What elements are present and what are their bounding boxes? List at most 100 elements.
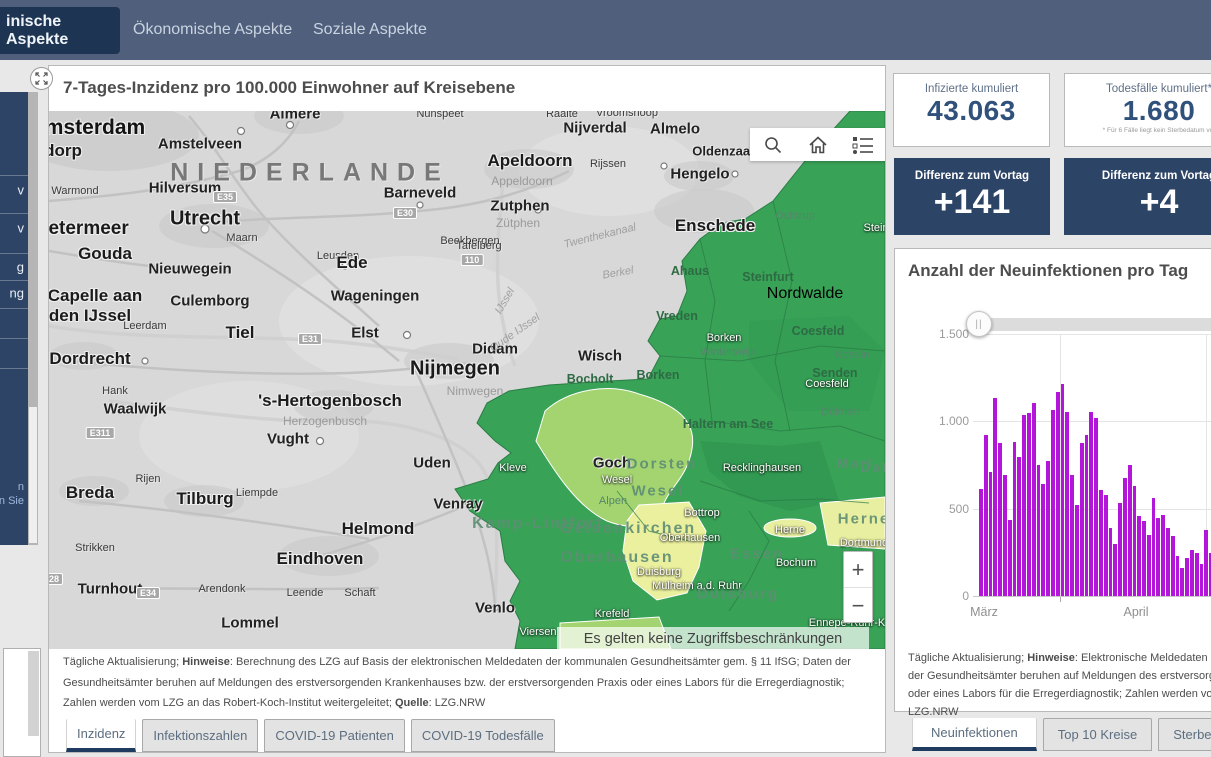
- bar: [1099, 490, 1103, 596]
- map-label: Wesel: [602, 474, 632, 486]
- map-label: Barneveld: [384, 185, 457, 202]
- map-label: Wisch: [578, 348, 622, 365]
- sidebar-scrollbar[interactable]: [28, 92, 38, 545]
- bar: [1152, 498, 1156, 596]
- x-axis-tick: [1060, 597, 1061, 602]
- footnote-bold: Hinweise: [182, 656, 230, 668]
- y-tick-label: 500: [909, 502, 969, 516]
- bar: [1056, 392, 1060, 596]
- menu-divider: [0, 213, 28, 214]
- stat-value: 1.680: [1065, 95, 1211, 127]
- map-label: Steinfurt: [864, 222, 885, 234]
- bar: [1180, 568, 1184, 596]
- map-label: Almere: [270, 111, 321, 123]
- map-search-button[interactable]: [761, 133, 785, 157]
- map-label: Warmond: [51, 185, 98, 197]
- map-label: dorp: [49, 141, 82, 161]
- home-icon: [808, 135, 828, 155]
- map-bottom-tabs: Inzidenz Infektionszahlen COVID-19 Patie…: [66, 719, 555, 752]
- footnote-text: Tägliche Aktualisierung;: [63, 656, 182, 668]
- sidebar-item-clipped[interactable]: ng: [10, 286, 24, 301]
- map-label: Coesfeld: [805, 378, 848, 390]
- time-slider-track[interactable]: [979, 318, 1211, 331]
- tab-medizinische-aspekte[interactable]: inische Aspekte: [0, 7, 120, 54]
- tab-inzidenz[interactable]: Inzidenz: [66, 719, 136, 752]
- tab-top-10-kreise[interactable]: Top 10 Kreise: [1043, 718, 1153, 751]
- map-label: Nijverdal: [563, 120, 626, 137]
- stat-diff-cases: Differenz zum Vortag +141: [894, 158, 1050, 235]
- tab-covid19-todesfaelle[interactable]: COVID-19 Todesfälle: [411, 719, 555, 752]
- map-label: Bochum: [776, 557, 816, 569]
- tab-infektionszahlen[interactable]: Infektionszahlen: [142, 719, 258, 752]
- sidebar-item-clipped[interactable]: v: [18, 221, 25, 236]
- incidence-map-card: 7-Tages-Inzidenz pro 100.000 Einwohner a…: [48, 65, 886, 753]
- zoom-in-button[interactable]: +: [844, 552, 872, 588]
- map-label: Turnhout: [78, 581, 143, 598]
- time-slider-handle[interactable]: ||: [966, 311, 992, 337]
- bar: [1075, 505, 1079, 596]
- map-label: Venlo: [475, 600, 515, 617]
- stat-label: Infizierte kumuliert: [894, 83, 1049, 95]
- footnote-text: : LZG.NRW: [429, 697, 486, 709]
- scrollbar-thumb[interactable]: [29, 407, 37, 543]
- bar: [1161, 515, 1165, 596]
- map-label: Krefeld: [595, 608, 630, 620]
- map-label: Almelo: [650, 121, 700, 138]
- map-label: Enschede: [675, 216, 755, 236]
- bar: [989, 472, 993, 596]
- tab-soziale-aspekte[interactable]: Soziale Aspekte: [313, 0, 427, 60]
- map-label: Dortmund: [840, 537, 885, 549]
- map-label: Apeldoorn: [488, 151, 573, 171]
- bar: [1128, 465, 1132, 596]
- map-label: Coesfeld: [792, 324, 845, 338]
- bar: [1200, 564, 1204, 596]
- sidebar-item-clipped[interactable]: n: [18, 481, 24, 493]
- map-home-button[interactable]: [806, 133, 830, 157]
- tab-sterbefaelle[interactable]: Sterbefälle: [1158, 718, 1211, 751]
- footnote-text: Tägliche Aktualisierung;: [908, 652, 1027, 664]
- bar: [1195, 553, 1199, 596]
- map-label: Haltern am See: [683, 417, 773, 431]
- map-canvas[interactable]: msterdamdorpAmstelveenAlmereNunspeetRaal…: [49, 111, 885, 649]
- sidebar-item-clipped[interactable]: v: [18, 183, 25, 198]
- map-label: Tiel: [226, 323, 255, 343]
- map-label: Lommel: [221, 615, 279, 632]
- map-label: Strikken: [75, 542, 115, 554]
- stat-value: 43.063: [894, 95, 1049, 127]
- map-label: 's-Hertogenbosch: [258, 391, 402, 411]
- map-label: Arendonk: [198, 583, 245, 595]
- bar: [1065, 412, 1069, 596]
- expand-arrows-icon: [35, 72, 48, 85]
- map-label: Viersen: [519, 626, 556, 638]
- sidebar-menu-clipped[interactable]: v v g ng n en Sie: [0, 92, 28, 545]
- footnote-text: : Elektronische Meldedaten: [1075, 652, 1208, 664]
- map-label: Nieuwegein: [148, 261, 231, 278]
- map-label: Amstelveen: [158, 136, 242, 153]
- zoom-out-button[interactable]: −: [844, 588, 872, 624]
- map-label: Helmond: [342, 519, 415, 539]
- panel-expand-button[interactable]: [30, 67, 53, 90]
- map-label: Uden: [413, 455, 451, 472]
- map-label: Wageningen: [331, 288, 420, 305]
- tab-oekonomische-aspekte[interactable]: Ökonomische Aspekte: [133, 0, 292, 60]
- map-label: Datteln: [860, 459, 885, 475]
- search-icon: [763, 135, 783, 155]
- tab-neuinfektionen[interactable]: Neuinfektionen: [912, 718, 1037, 751]
- sidebar-item-clipped[interactable]: g: [17, 260, 24, 275]
- map-label: Goch: [593, 455, 631, 472]
- legend-list-icon: [852, 135, 874, 155]
- map-legend-button[interactable]: [851, 133, 875, 157]
- x-tick-label: März: [954, 605, 1014, 619]
- map-label: Gouda: [78, 244, 132, 264]
- side-panel-scrollbar[interactable]: [28, 651, 39, 736]
- bar: [998, 443, 1002, 596]
- sidebar-item-clipped[interactable]: en Sie: [0, 495, 24, 507]
- bar: [1113, 544, 1117, 596]
- map-title: 7-Tages-Inzidenz pro 100.000 Einwohner a…: [63, 78, 515, 98]
- map-label: Borken: [636, 368, 679, 382]
- map-zoom-control: + −: [843, 551, 873, 623]
- stat-footnote: * Für 6 Fälle liegt kein Sterbedatum vor: [1065, 127, 1211, 134]
- bar: [1185, 558, 1189, 596]
- tab-covid19-patienten[interactable]: COVID-19 Patienten: [264, 719, 405, 752]
- map-label: Borken: [707, 332, 742, 344]
